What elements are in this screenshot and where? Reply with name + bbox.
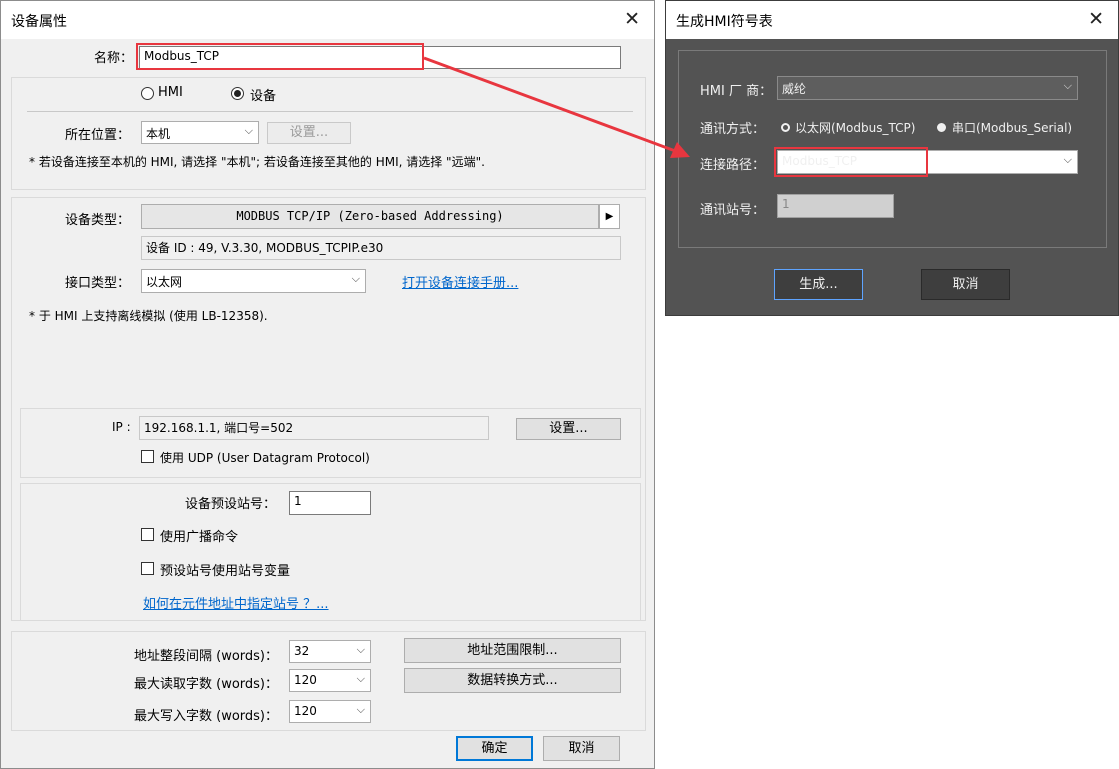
pointer-arrow [423,56,690,158]
